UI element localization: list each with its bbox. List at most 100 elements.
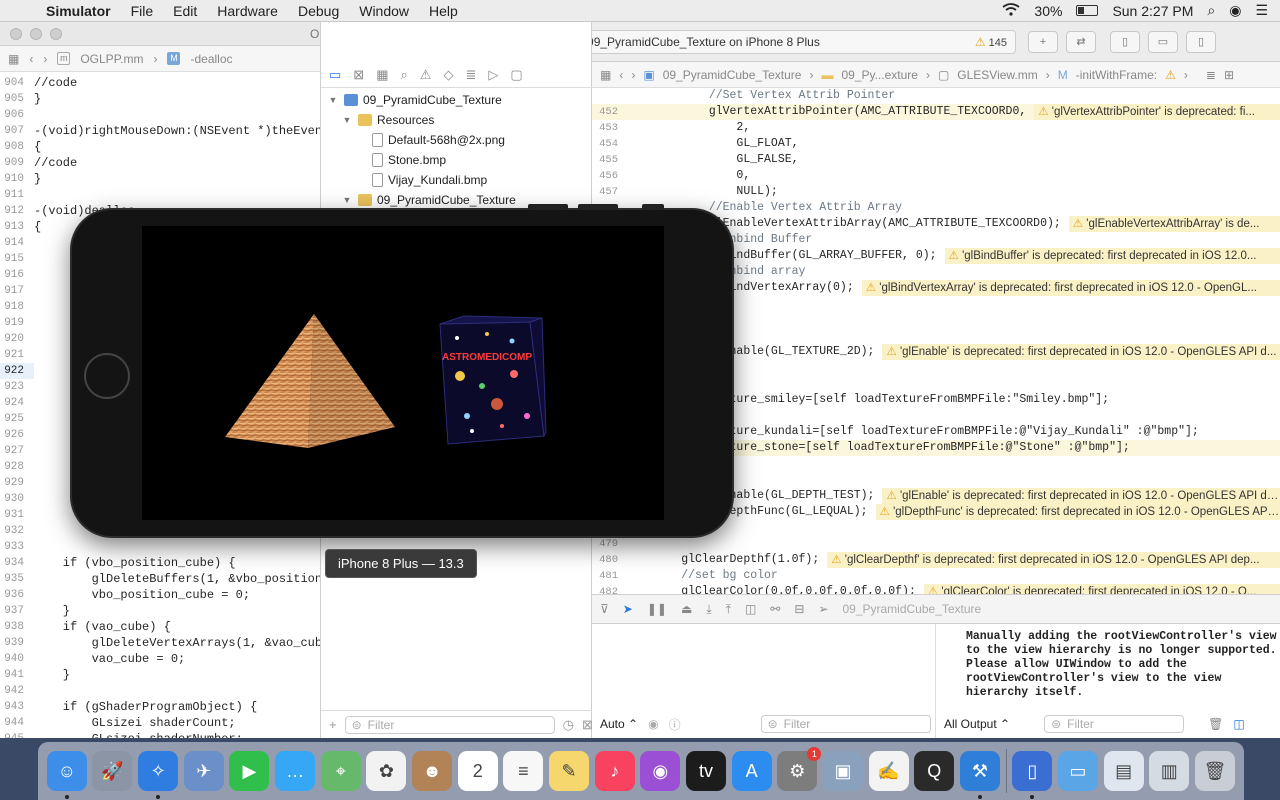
silent-switch[interactable] bbox=[642, 204, 664, 210]
deprecation-warning[interactable]: 'glEnable' is deprecated: first deprecat… bbox=[882, 344, 1280, 360]
podcasts-icon[interactable]: ◉ bbox=[640, 751, 681, 791]
volume-down-button[interactable] bbox=[578, 204, 618, 210]
tree-item[interactable]: Stone.bmp bbox=[321, 150, 593, 170]
navigator-filter-input[interactable]: ⊜ Filter bbox=[344, 715, 555, 734]
deprecation-warning[interactable]: 'glEnableVertexAttribArray' is de... bbox=[1068, 216, 1280, 232]
messages-icon[interactable]: … bbox=[275, 751, 316, 791]
bird-app-icon[interactable]: ✈ bbox=[183, 751, 224, 791]
code-line[interactable]: 907 -(void)rightMouseDown:(NSEvent *)theE… bbox=[0, 123, 330, 139]
code-line[interactable]: 943 if (gShaderProgramObject) { bbox=[0, 699, 330, 715]
code-line[interactable]: 454 GL_FLOAT, bbox=[592, 136, 1280, 152]
preview-icon[interactable]: ▣ bbox=[822, 751, 863, 791]
line-number[interactable]: 920 bbox=[0, 331, 34, 347]
breadcrumb-project[interactable]: 09_PyramidCube_Texture bbox=[663, 68, 802, 82]
line-number[interactable]: 907 bbox=[0, 123, 34, 139]
code-line[interactable]: 453 2, bbox=[592, 120, 1280, 136]
deprecation-warning[interactable]: 'glBindVertexArray' is deprecated: first… bbox=[861, 280, 1280, 296]
line-number[interactable]: 927 bbox=[0, 443, 34, 459]
minimize-window-button[interactable] bbox=[30, 27, 42, 40]
textedit-icon[interactable]: ✍ bbox=[868, 751, 909, 791]
line-number[interactable]: 456 bbox=[592, 168, 626, 184]
spotlight-search-icon[interactable]: ⌕ bbox=[1207, 2, 1215, 19]
code-line[interactable]: 906 bbox=[0, 107, 330, 123]
code-line[interactable]: 911 bbox=[0, 187, 330, 203]
deprecation-warning[interactable]: 'glClearColor' is deprecated: first depr… bbox=[923, 584, 1280, 594]
line-number[interactable]: 941 bbox=[0, 667, 34, 683]
disclosure-triangle-icon[interactable]: ▼ bbox=[341, 195, 353, 205]
line-number[interactable]: 933 bbox=[0, 539, 34, 555]
code-line[interactable]: 938 if (vao_cube) { bbox=[0, 619, 330, 635]
line-number[interactable]: 934 bbox=[0, 555, 34, 571]
step-out-icon[interactable]: ⤒ bbox=[726, 602, 731, 617]
line-number[interactable]: 455 bbox=[592, 152, 626, 168]
deprecation-warning[interactable]: 'glBindBuffer' is deprecated: first depr… bbox=[944, 248, 1280, 264]
line-number[interactable]: 910 bbox=[0, 171, 34, 187]
issue-tab-icon[interactable]: ⚠ bbox=[420, 67, 432, 83]
eye-icon[interactable]: ◉ bbox=[648, 717, 658, 731]
line-number[interactable]: 921 bbox=[0, 347, 34, 363]
line-number[interactable]: 452 bbox=[592, 104, 626, 120]
line-number[interactable]: 929 bbox=[0, 475, 34, 491]
info-icon[interactable]: ⓘ bbox=[669, 716, 681, 733]
breakpoints-toggle-icon[interactable]: ➤ bbox=[623, 602, 633, 616]
xcode-icon[interactable]: ⚒ bbox=[959, 751, 1000, 799]
simulate-location-icon[interactable]: ➢ bbox=[818, 602, 828, 616]
library-button[interactable]: + bbox=[1028, 30, 1058, 53]
code-line[interactable]: 934 if (vbo_position_cube) { bbox=[0, 555, 330, 571]
code-line[interactable]: 456 0, bbox=[592, 168, 1280, 184]
code-line[interactable]: 942 bbox=[0, 683, 330, 699]
navigator-toggle-button[interactable]: ▯ bbox=[1110, 30, 1140, 53]
code-line[interactable]: 941 } bbox=[0, 667, 330, 683]
siri-icon[interactable]: ◉ bbox=[1229, 2, 1241, 19]
source-control-tab-icon[interactable]: ⊠ bbox=[353, 67, 364, 83]
line-number[interactable]: 911 bbox=[0, 187, 34, 203]
code-line[interactable]: 945 GLsizei shaderNumber; bbox=[0, 731, 330, 738]
adjust-editor-icon[interactable]: ≣ bbox=[1206, 68, 1216, 82]
reminders-icon[interactable]: ≡ bbox=[503, 751, 544, 791]
menu-clock[interactable]: Sun 2:27 PM bbox=[1112, 3, 1193, 19]
disclosure-triangle-icon[interactable]: ▼ bbox=[341, 115, 353, 125]
trash-icon[interactable]: 🗑 bbox=[1208, 717, 1223, 731]
console-filter-input[interactable]: ⊜ Filter bbox=[1044, 715, 1185, 733]
code-line[interactable]: //Set Vertex Attrib Pointer bbox=[592, 88, 1280, 104]
calendar-icon[interactable]: 2 bbox=[457, 751, 498, 791]
line-number[interactable]: 930 bbox=[0, 491, 34, 507]
line-number[interactable] bbox=[592, 88, 626, 104]
inspector-toggle-button[interactable]: ▯ bbox=[1186, 30, 1216, 53]
trash-icon[interactable]: 🗑 bbox=[1194, 751, 1235, 791]
line-number[interactable]: 935 bbox=[0, 571, 34, 587]
line-number[interactable]: 924 bbox=[0, 395, 34, 411]
forward-arrow-icon[interactable]: › bbox=[43, 52, 47, 66]
tree-item[interactable]: ▼ 09_PyramidCube_Texture bbox=[321, 90, 593, 110]
tree-item[interactable]: ▼ Resources bbox=[321, 110, 593, 130]
line-number[interactable]: 943 bbox=[0, 699, 34, 715]
line-number[interactable]: 937 bbox=[0, 603, 34, 619]
grid-icon[interactable]: ▦ bbox=[8, 52, 19, 66]
issue-nav-arrow-icon[interactable]: › bbox=[1184, 68, 1188, 82]
find-tab-icon[interactable]: ⌕ bbox=[401, 67, 408, 83]
line-number[interactable]: 928 bbox=[0, 459, 34, 475]
warning-count-badge[interactable]: ⚠ 145 bbox=[975, 35, 1007, 49]
code-line[interactable]: 908{ bbox=[0, 139, 330, 155]
menu-window[interactable]: Window bbox=[349, 3, 419, 19]
line-number[interactable]: 918 bbox=[0, 299, 34, 315]
memory-graph-icon[interactable]: ⚯ bbox=[770, 602, 780, 616]
photos-icon[interactable]: ✿ bbox=[366, 751, 407, 791]
maps-icon[interactable]: ⌖ bbox=[320, 751, 361, 791]
code-line[interactable]: 482 glClearColor(0.0f,0.0f,0.0f,0.0f); 'g… bbox=[592, 584, 1280, 594]
back-arrow-icon[interactable]: ‹ bbox=[619, 68, 623, 82]
project-navigator-tab-icon[interactable]: ▭ bbox=[329, 67, 341, 83]
code-review-button[interactable]: ⇄ bbox=[1066, 30, 1096, 53]
line-number[interactable]: 917 bbox=[0, 283, 34, 299]
line-number[interactable]: 482 bbox=[592, 584, 626, 594]
line-number[interactable]: 479 bbox=[592, 536, 626, 552]
breadcrumb-file[interactable]: OGLPP.mm bbox=[80, 52, 143, 66]
deprecation-warning[interactable]: 'glDepthFunc' is deprecated: first depre… bbox=[875, 504, 1280, 520]
warning-icon[interactable]: ⚠ bbox=[1165, 68, 1176, 82]
code-line[interactable]: 905} bbox=[0, 91, 330, 107]
code-line[interactable]: 452 glVertexAttribPointer(AMC_ATTRIBUTE_… bbox=[592, 104, 1280, 120]
code-line[interactable]: 935 glDeleteBuffers(1, &vbo_position bbox=[0, 571, 330, 587]
step-into-icon[interactable]: ⤓ bbox=[706, 602, 711, 617]
forward-arrow-icon[interactable]: › bbox=[631, 68, 635, 82]
notes-icon[interactable]: ✎ bbox=[549, 751, 590, 791]
